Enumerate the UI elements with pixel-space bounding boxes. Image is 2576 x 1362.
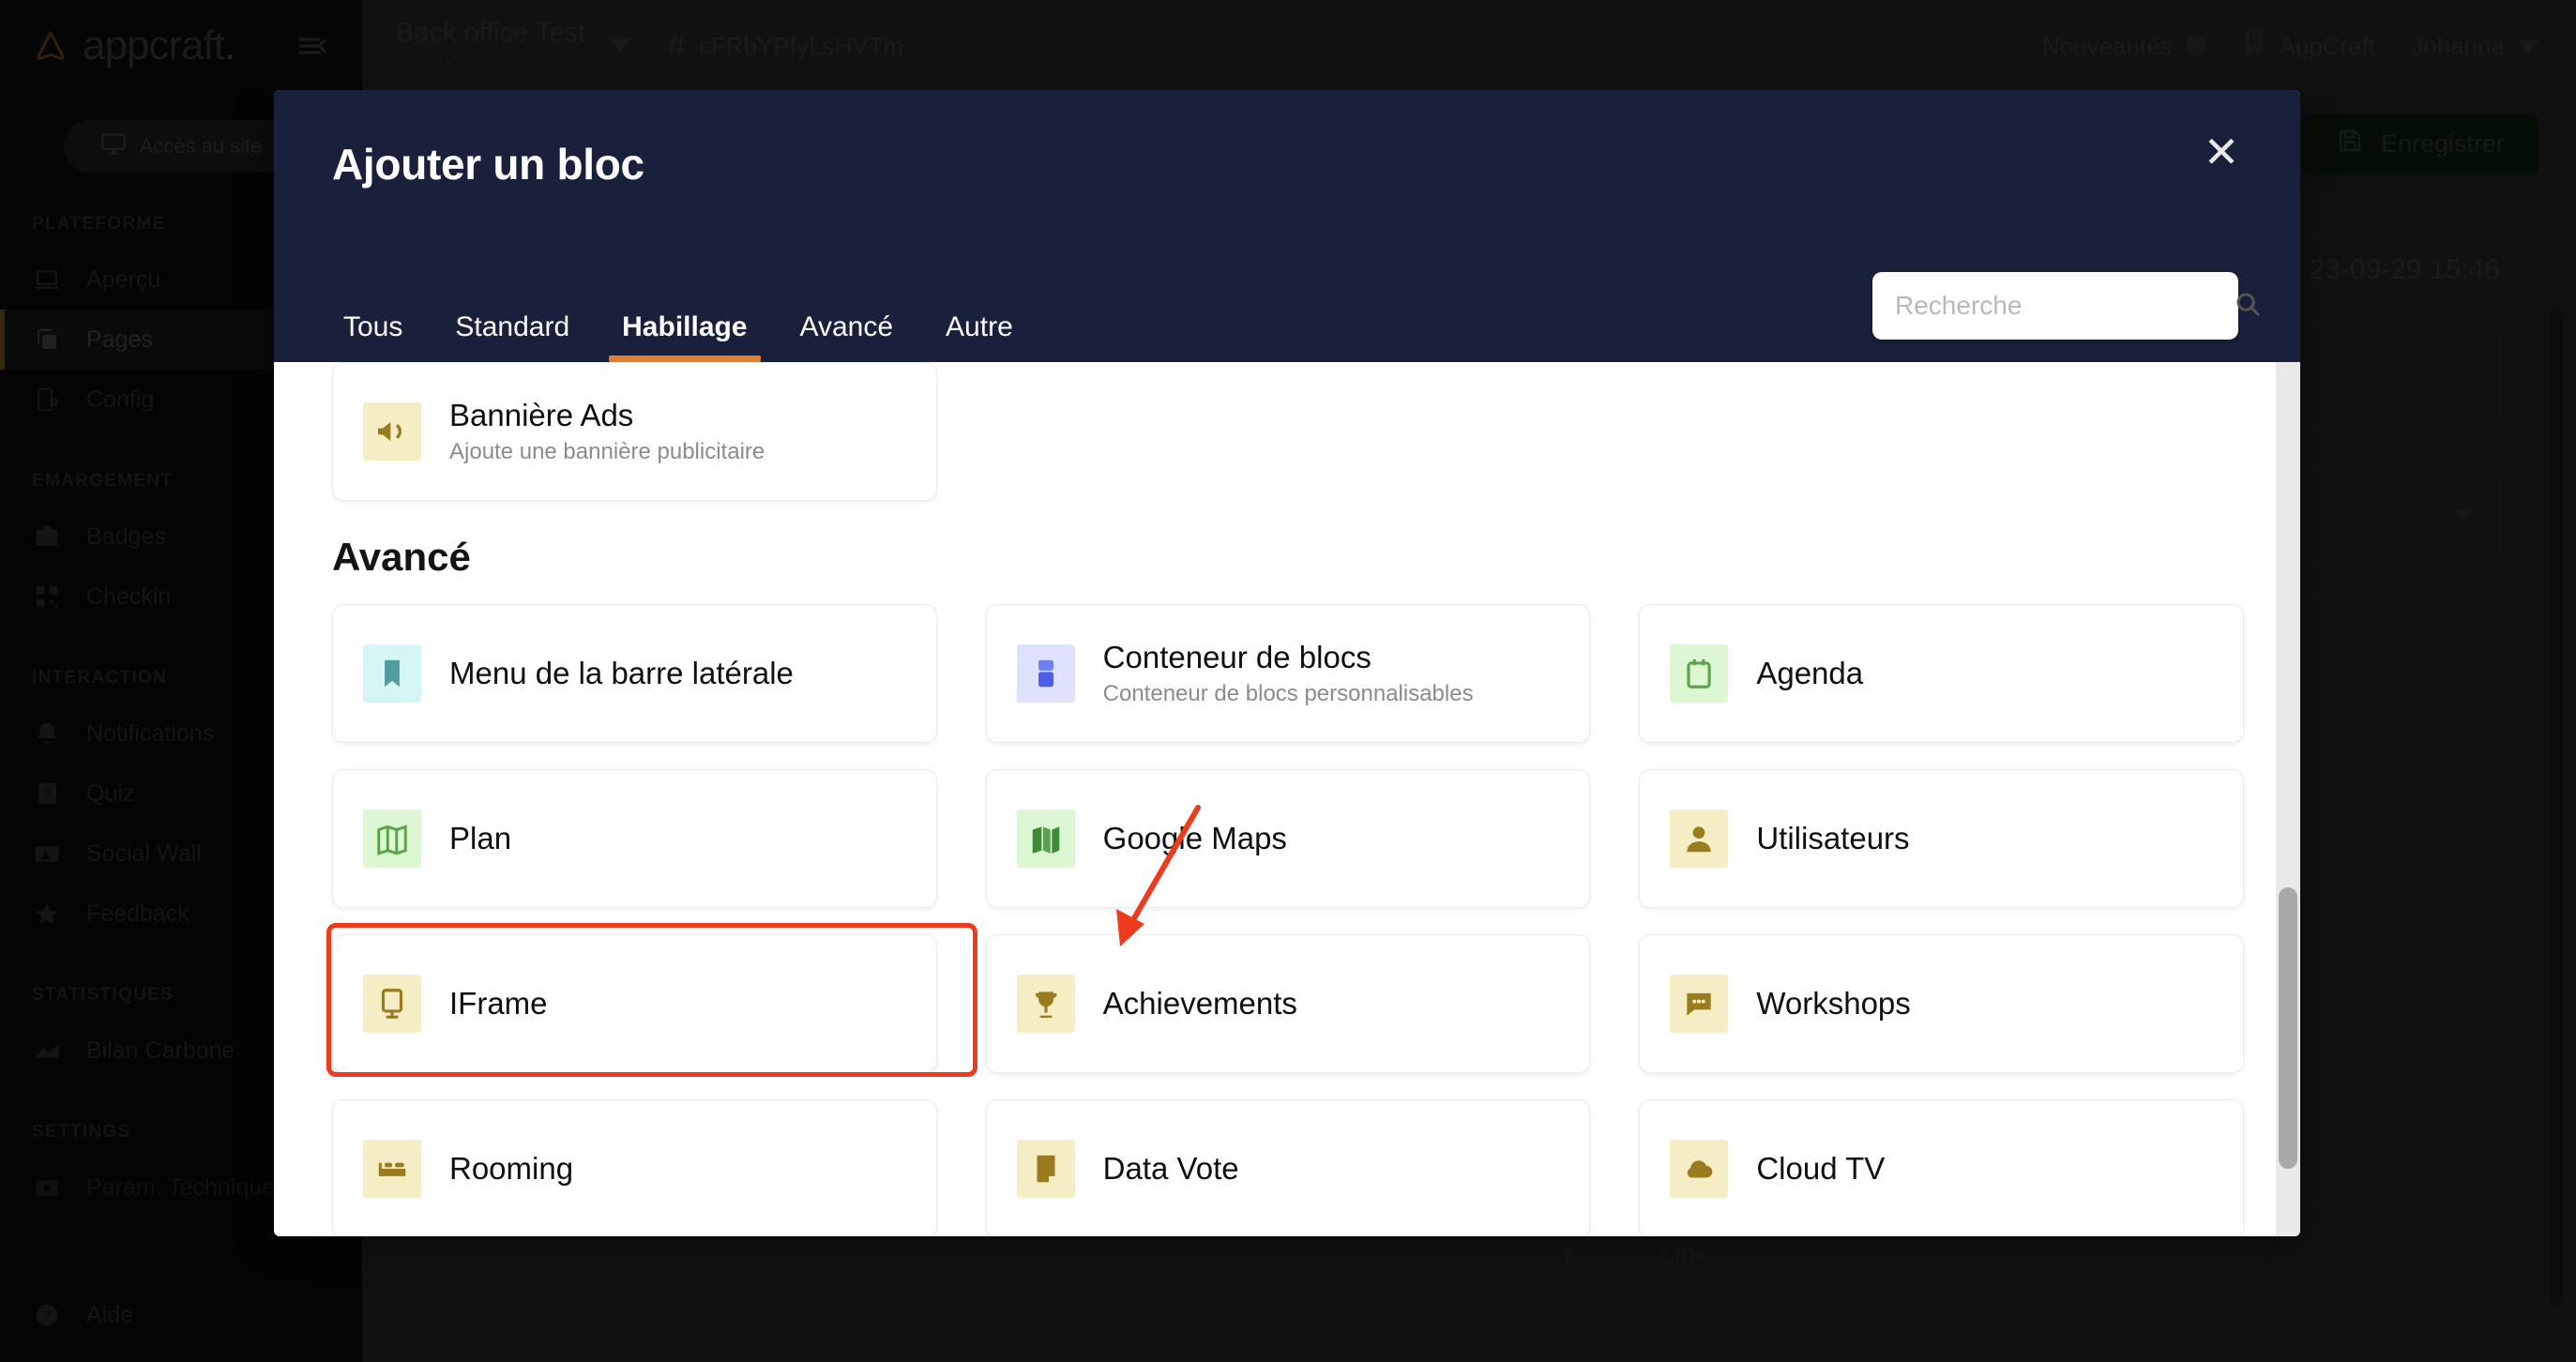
modal-scrollbar-thumb[interactable] — [2279, 887, 2297, 1169]
block-card-conteneur-de-blocs[interactable]: Conteneur de blocs Conteneur de blocs pe… — [985, 604, 1591, 743]
block-card-name: Cloud TV — [1756, 1151, 1886, 1187]
tab-standard[interactable]: Standard — [429, 311, 596, 362]
search-box[interactable] — [1872, 272, 2260, 340]
map-icon — [363, 810, 421, 868]
block-card-name: IFrame — [449, 986, 548, 1022]
block-card-text: IFrame — [449, 986, 548, 1022]
block-card-text: Data Vote — [1103, 1151, 1239, 1187]
block-card-text: Achievements — [1103, 986, 1297, 1022]
block-card-text: Bannière Ads Ajoute une bannière publici… — [449, 398, 765, 466]
tab-avance[interactable]: Avancé — [774, 311, 920, 362]
block-card-iframe[interactable]: IFrame — [332, 934, 937, 1073]
tab-habillage[interactable]: Habillage — [596, 311, 773, 362]
block-card-data-vote[interactable]: Data Vote — [985, 1099, 1591, 1236]
block-card-name: Google Maps — [1102, 821, 1287, 856]
block-card-google-maps[interactable]: Google Maps — [985, 769, 1591, 908]
block-card-utilisateurs[interactable]: Utilisateurs — [1639, 769, 2244, 908]
modal-title: Ajouter un bloc — [332, 140, 644, 189]
block-card-text: Workshops — [1756, 986, 1910, 1022]
bed-icon — [363, 1140, 421, 1198]
block-card-banniere-ads[interactable]: Bannière Ads Ajoute une bannière publici… — [332, 362, 937, 501]
block-card-name: Bannière Ads — [449, 397, 634, 432]
search-icon[interactable] — [2234, 290, 2262, 323]
block-card-name: Achievements — [1102, 986, 1297, 1022]
block-card-achievements[interactable]: Achievements — [985, 934, 1591, 1073]
block-card-text: Cloud TV — [1756, 1151, 1885, 1187]
block-card-text: Menu de la barre latérale — [449, 656, 794, 691]
block-card-text: Utilisateurs — [1756, 821, 1909, 856]
block-card-workshops[interactable]: Workshops — [1639, 934, 2244, 1073]
block-card-text: Rooming — [449, 1151, 573, 1187]
modal-tabs: Tous Standard Habillage Avancé Autre — [332, 311, 1039, 362]
search-container — [1872, 272, 2260, 340]
block-card-name: Agenda — [1756, 656, 1864, 691]
block-card-name: Workshops — [1756, 986, 1911, 1022]
partial-card-grid: Bannière Ads Ajoute une bannière publici… — [332, 362, 2244, 501]
data-vote-icon — [1016, 1140, 1075, 1198]
tab-tous[interactable]: Tous — [332, 311, 429, 362]
chat-icon — [1670, 975, 1729, 1033]
search-input[interactable] — [1895, 291, 2234, 321]
block-card-name: Data Vote — [1102, 1151, 1239, 1187]
block-card-desc: Ajoute une bannière publicitaire — [449, 439, 765, 465]
iframe-icon — [363, 975, 421, 1033]
block-cards-grid: Menu de la barre latérale Conteneur de b… — [332, 604, 2244, 1236]
block-card-rooming[interactable]: Rooming — [332, 1099, 937, 1236]
block-card-name: Rooming — [449, 1151, 574, 1187]
section-title-avance: Avancé — [332, 535, 471, 579]
block-card-name: Conteneur de blocs — [1102, 639, 1371, 674]
google-maps-icon — [1016, 810, 1075, 868]
bookmark-icon — [363, 644, 421, 703]
calendar-icon — [1670, 644, 1729, 703]
block-card-agenda[interactable]: Agenda — [1639, 604, 2244, 743]
block-card-menu-barre-laterale[interactable]: Menu de la barre latérale — [332, 604, 937, 743]
container-icon — [1016, 644, 1075, 703]
modal-scrollbar-track[interactable] — [2276, 362, 2300, 1236]
cloud-icon — [1670, 1140, 1729, 1198]
block-card-name: Plan — [449, 821, 512, 856]
tab-autre[interactable]: Autre — [919, 311, 1039, 362]
add-block-modal: Bannière Ads Ajoute une bannière publici… — [274, 90, 2300, 1236]
block-card-name: Menu de la barre latérale — [449, 656, 794, 691]
ads-banner-icon — [363, 402, 421, 461]
modal-header: Ajouter un bloc ✕ Tous Standard Habillag… — [274, 90, 2300, 362]
trophy-icon — [1016, 975, 1075, 1033]
block-card-cloud-tv[interactable]: Cloud TV — [1639, 1099, 2244, 1236]
block-card-text: Conteneur de blocs Conteneur de blocs pe… — [1103, 640, 1474, 708]
block-card-plan[interactable]: Plan — [332, 769, 937, 908]
block-card-name: Utilisateurs — [1756, 821, 1910, 856]
block-card-text: Plan — [449, 821, 511, 856]
block-card-desc: Conteneur de blocs personnalisables — [1102, 681, 1474, 707]
block-card-text: Agenda — [1756, 656, 1863, 691]
close-icon[interactable]: ✕ — [2197, 128, 2246, 176]
block-card-text: Google Maps — [1103, 821, 1287, 856]
user-icon — [1670, 810, 1729, 868]
